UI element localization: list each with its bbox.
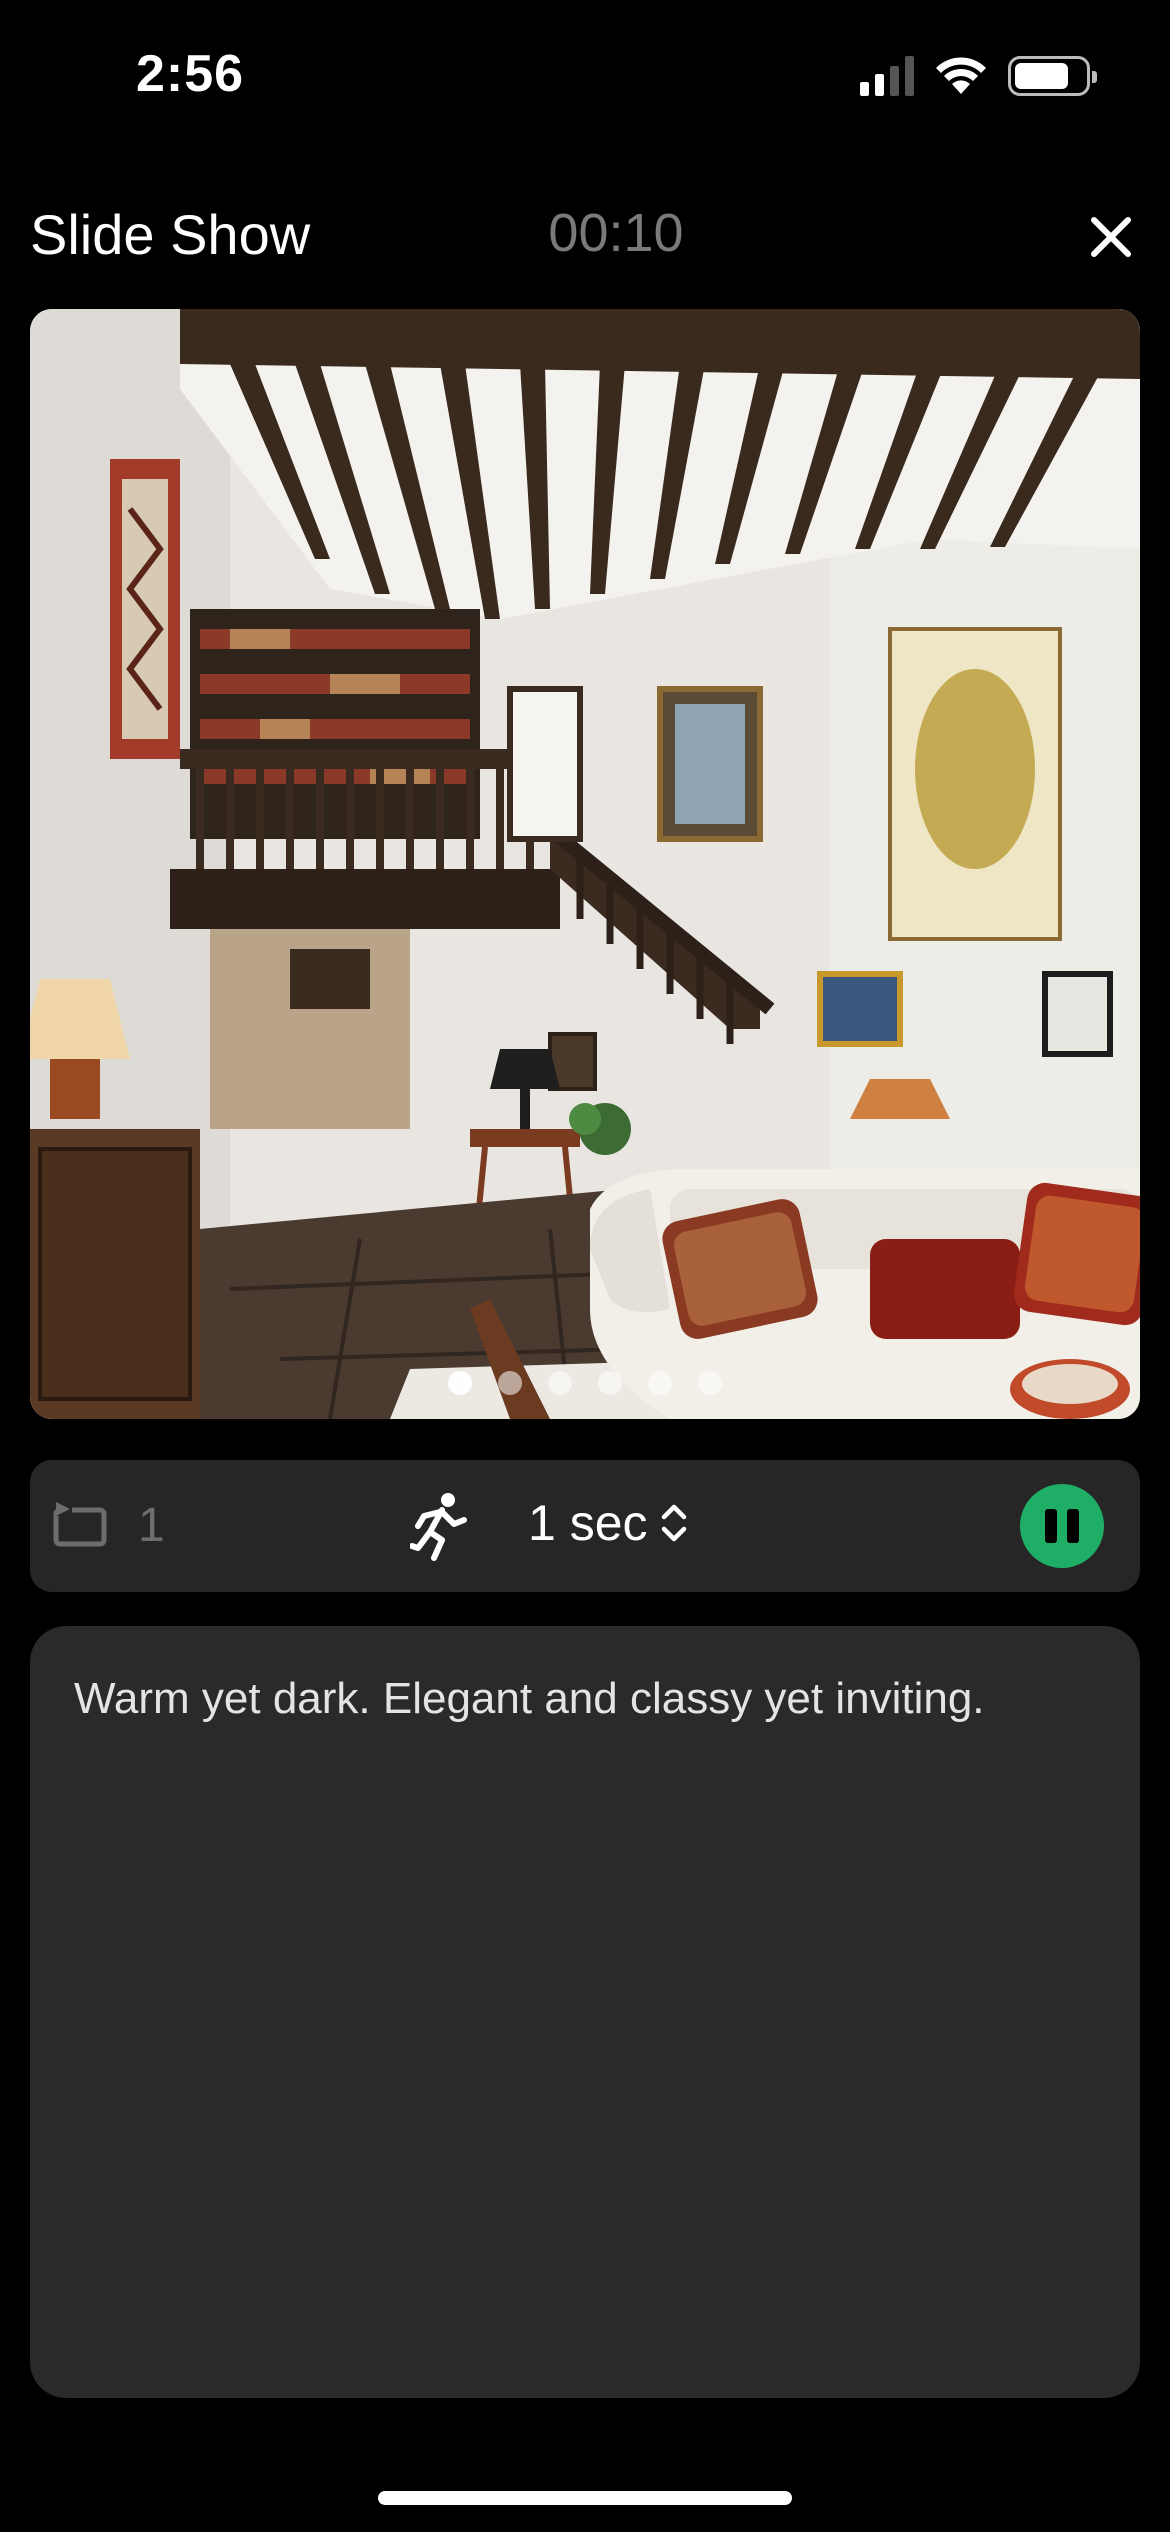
status-bar: 2:56 — [0, 0, 1170, 150]
caption-panel[interactable]: Warm yet dark. Elegant and classy yet in… — [30, 1626, 1140, 2398]
header: Slide Show 00:10 — [0, 190, 1170, 280]
status-icons — [860, 56, 1097, 96]
caption-text: Warm yet dark. Elegant and classy yet in… — [74, 1674, 985, 1723]
battery-icon — [1008, 56, 1097, 96]
close-icon[interactable] — [1082, 208, 1140, 266]
interval-label: 1 sec — [528, 1495, 648, 1551]
wifi-icon — [936, 57, 986, 94]
page-dot[interactable] — [698, 1371, 722, 1395]
pause-icon — [1045, 1509, 1057, 1543]
page-dot[interactable] — [448, 1371, 472, 1395]
interval-select[interactable]: 1 sec — [528, 1494, 690, 1552]
control-bar: 1 1 sec — [30, 1460, 1140, 1592]
pause-button[interactable] — [1020, 1484, 1104, 1568]
repeat-icon[interactable] — [52, 1500, 108, 1550]
page-dot[interactable] — [498, 1371, 522, 1395]
status-time: 2:56 — [136, 45, 245, 103]
running-person-icon[interactable] — [410, 1490, 470, 1562]
page-dot[interactable] — [648, 1371, 672, 1395]
page-title: Slide Show — [30, 203, 311, 266]
living-room-photo — [30, 309, 1140, 1419]
signal-icon — [860, 56, 914, 96]
chevron-up-down-icon — [661, 1504, 686, 1542]
slide-image[interactable] — [30, 309, 1140, 1419]
loop-count: 1 — [138, 1499, 165, 1552]
page-dot[interactable] — [548, 1371, 572, 1395]
page-indicator[interactable] — [30, 1371, 1140, 1395]
page-dot[interactable] — [598, 1371, 622, 1395]
home-indicator[interactable] — [378, 2491, 792, 2505]
